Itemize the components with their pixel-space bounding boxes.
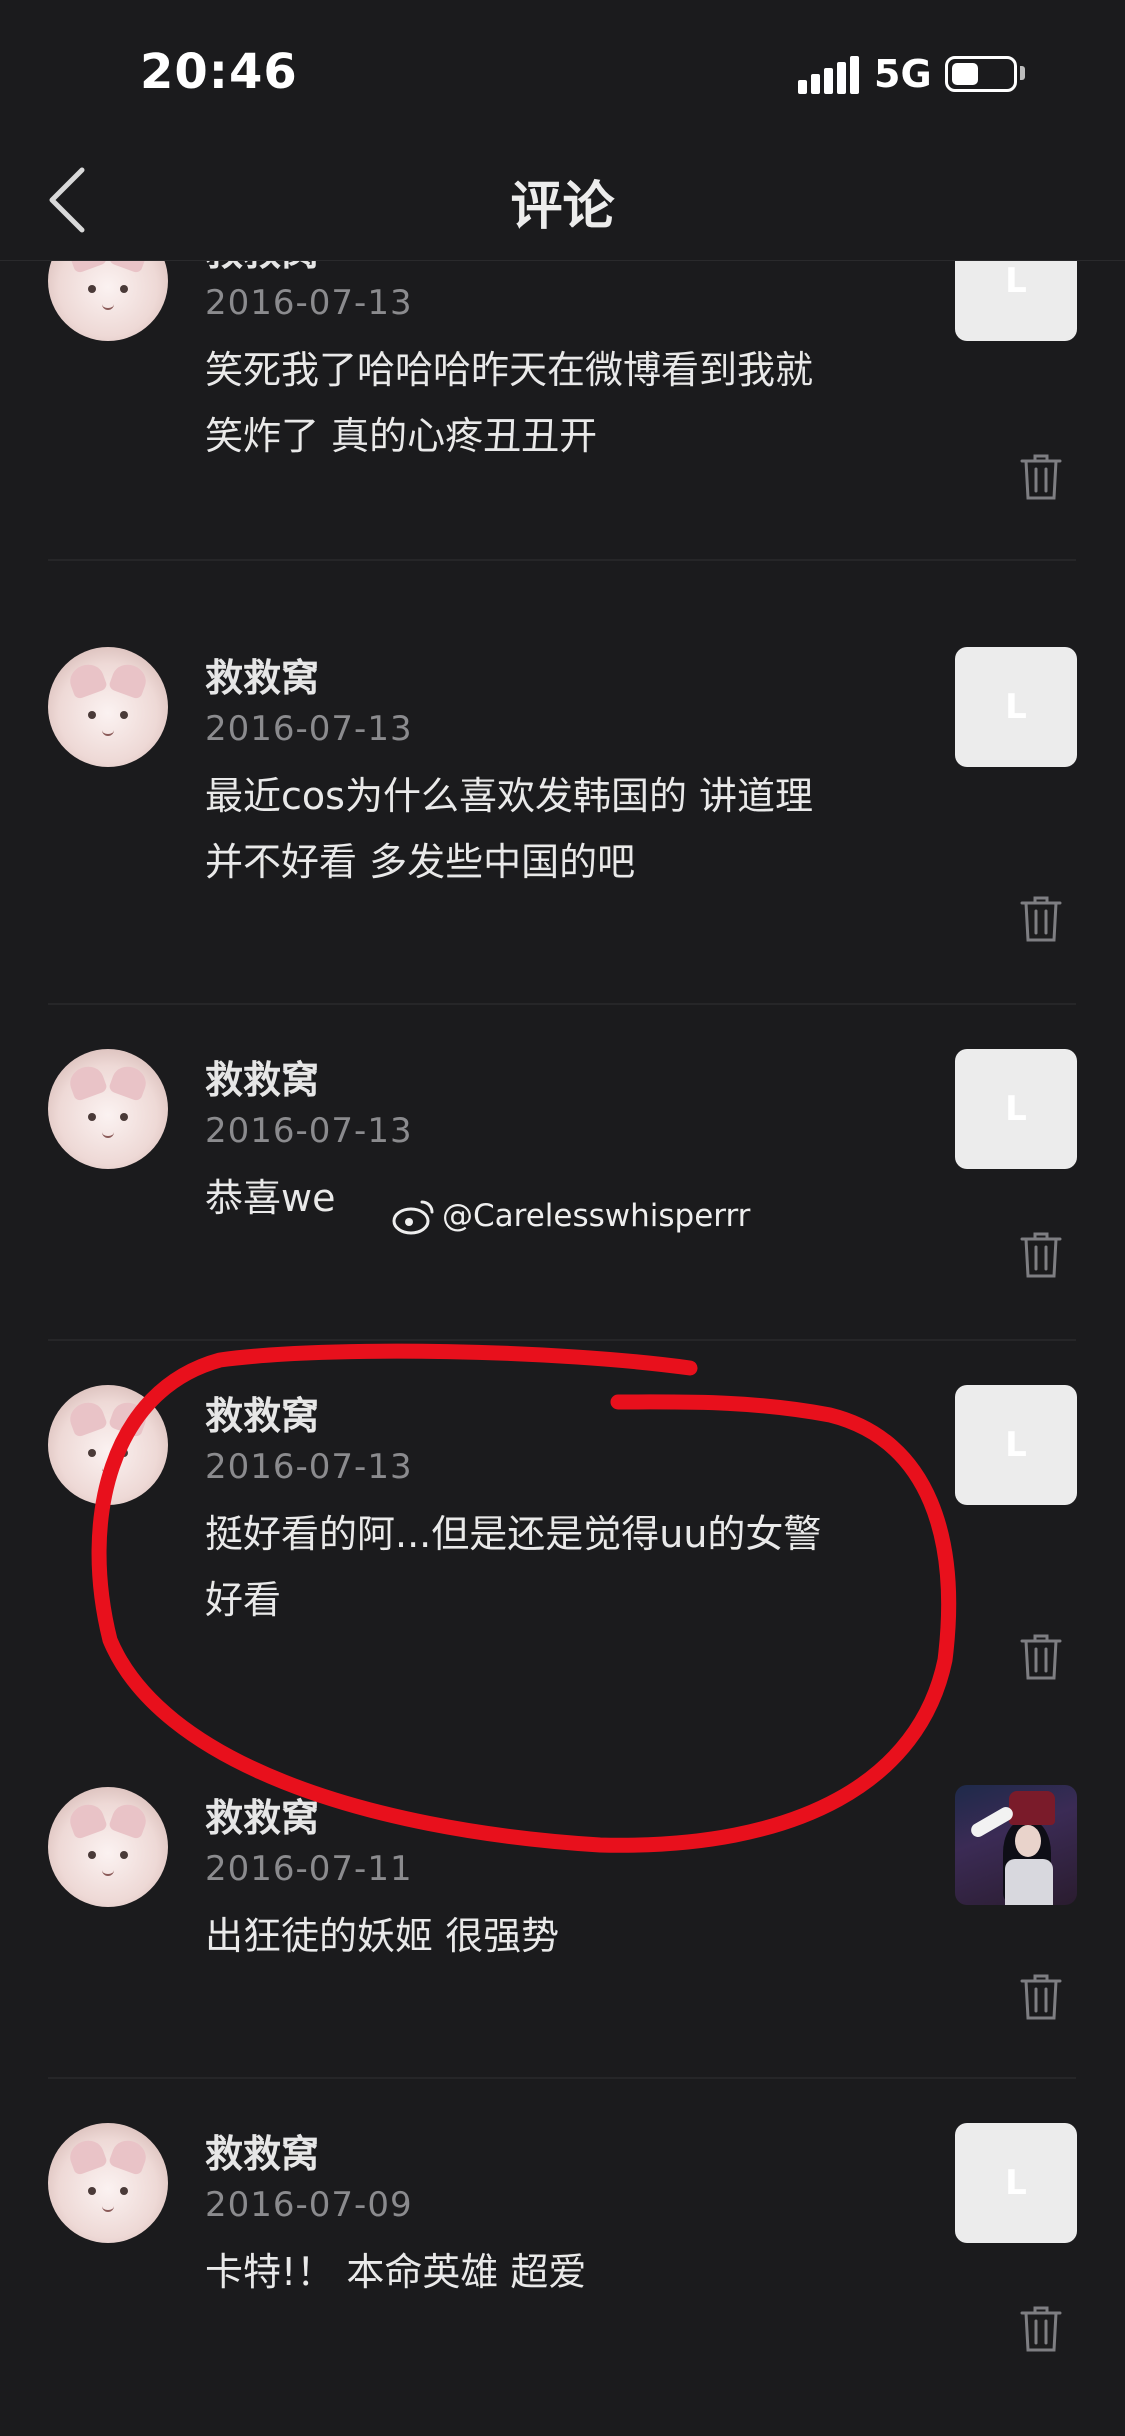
- divider: [48, 559, 1076, 561]
- trash-icon[interactable]: [1020, 1973, 1062, 2021]
- comment-date: 2016-07-13: [205, 1447, 413, 1487]
- trash-icon[interactable]: [1020, 2305, 1062, 2353]
- network-label: 5G: [874, 52, 932, 96]
- thumbnail-glyph: L: [1005, 261, 1027, 301]
- comment-username[interactable]: 救救窝: [205, 647, 319, 702]
- divider: [48, 1003, 1076, 1005]
- comment-list: 救救窝 2016-07-13 笑死我了哈哈哈昨天在微博看到我就 笑炸了 真的心疼…: [0, 261, 1125, 2436]
- comment-username[interactable]: 救救窝: [205, 1385, 319, 1440]
- comment-text-line: 出狂徒的妖姬 很强势: [205, 1914, 560, 1958]
- comment-date: 2016-07-13: [205, 709, 413, 749]
- avatar[interactable]: [48, 1385, 168, 1505]
- comment-text-line: 笑死我了哈哈哈昨天在微博看到我就: [205, 348, 814, 392]
- thumbnail-glyph: L: [1005, 687, 1027, 727]
- signal-icon: [798, 56, 859, 94]
- comment-date: 2016-07-11: [205, 1849, 413, 1889]
- trash-icon[interactable]: [1020, 1231, 1062, 1279]
- watermark-text: @Carelesswhisperrr: [442, 1198, 751, 1234]
- comment-text-line: 挺好看的阿...但是还是觉得uu的女警: [205, 1512, 822, 1556]
- comment-text-line: 最近cos为什么喜欢发韩国的 讲道理: [205, 774, 814, 818]
- comment-text: 卡特!！ 本命英雄 超爱: [205, 2239, 905, 2305]
- comment-date: 2016-07-13: [205, 283, 413, 323]
- post-thumbnail-photo[interactable]: [955, 1785, 1077, 1905]
- comment-item: 救救窝 2016-07-09 卡特!！ 本命英雄 超爱 L: [0, 2123, 1125, 2436]
- comment-item: 救救窝 2016-07-13 挺好看的阿...但是还是觉得uu的女警 好看 L: [0, 1385, 1125, 1785]
- avatar[interactable]: [48, 261, 168, 341]
- nav-bar: 评论: [0, 140, 1125, 261]
- post-thumbnail[interactable]: L: [955, 1385, 1077, 1505]
- comment-username[interactable]: 救救窝: [205, 2123, 319, 2178]
- avatar[interactable]: [48, 1049, 168, 1169]
- avatar[interactable]: [48, 647, 168, 767]
- comment-text: 最近cos为什么喜欢发韩国的 讲道理 并不好看 多发些中国的吧: [205, 763, 905, 895]
- comment-username[interactable]: 救救窝: [205, 1049, 319, 1104]
- status-bar: 20:46 5G: [0, 0, 1125, 140]
- thumbnail-glyph: L: [1005, 1089, 1027, 1129]
- weibo-icon: [392, 1200, 434, 1235]
- avatar[interactable]: [48, 1787, 168, 1907]
- comment-date: 2016-07-13: [205, 1111, 413, 1151]
- comment-username[interactable]: 救救窝: [205, 1787, 319, 1842]
- comment-date: 2016-07-09: [205, 2185, 413, 2225]
- comment-text-line: 并不好看 多发些中国的吧: [205, 840, 636, 884]
- trash-icon[interactable]: [1020, 453, 1062, 501]
- comment-item: 救救窝 2016-07-11 出狂徒的妖姬 很强势: [0, 1785, 1125, 2127]
- comment-text-line: 好看: [205, 1578, 282, 1622]
- divider: [48, 2077, 1076, 2079]
- status-time: 20:46: [140, 44, 298, 100]
- post-thumbnail[interactable]: L: [955, 1049, 1077, 1169]
- trash-icon[interactable]: [1020, 895, 1062, 943]
- avatar[interactable]: [48, 2123, 168, 2243]
- post-thumbnail[interactable]: L: [955, 2123, 1077, 2243]
- comment-item: 救救窝 2016-07-13 笑死我了哈哈哈昨天在微博看到我就 笑炸了 真的心疼…: [0, 261, 1125, 661]
- post-thumbnail[interactable]: L: [955, 647, 1077, 767]
- battery-icon: [945, 56, 1017, 92]
- trash-icon[interactable]: [1020, 1633, 1062, 1681]
- comment-text: 出狂徒的妖姬 很强势: [205, 1903, 905, 1969]
- comment-text: 挺好看的阿...但是还是觉得uu的女警 好看: [205, 1501, 905, 1633]
- thumbnail-glyph: L: [1005, 1425, 1027, 1465]
- battery-cap: [1020, 66, 1025, 80]
- thumbnail-glyph: L: [1005, 2163, 1027, 2203]
- comment-item: 救救窝 2016-07-13 最近cos为什么喜欢发韩国的 讲道理 并不好看 多…: [0, 647, 1125, 1047]
- comment-text-line: 笑炸了 真的心疼丑丑开: [205, 414, 598, 458]
- comment-username[interactable]: 救救窝: [205, 261, 319, 276]
- comment-text: 笑死我了哈哈哈昨天在微博看到我就 笑炸了 真的心疼丑丑开: [205, 337, 905, 469]
- post-thumbnail[interactable]: L: [955, 261, 1077, 341]
- page-title: 评论: [510, 177, 615, 237]
- comment-text-line: 卡特!！ 本命英雄 超爱: [205, 2250, 587, 2294]
- divider: [48, 1339, 1076, 1341]
